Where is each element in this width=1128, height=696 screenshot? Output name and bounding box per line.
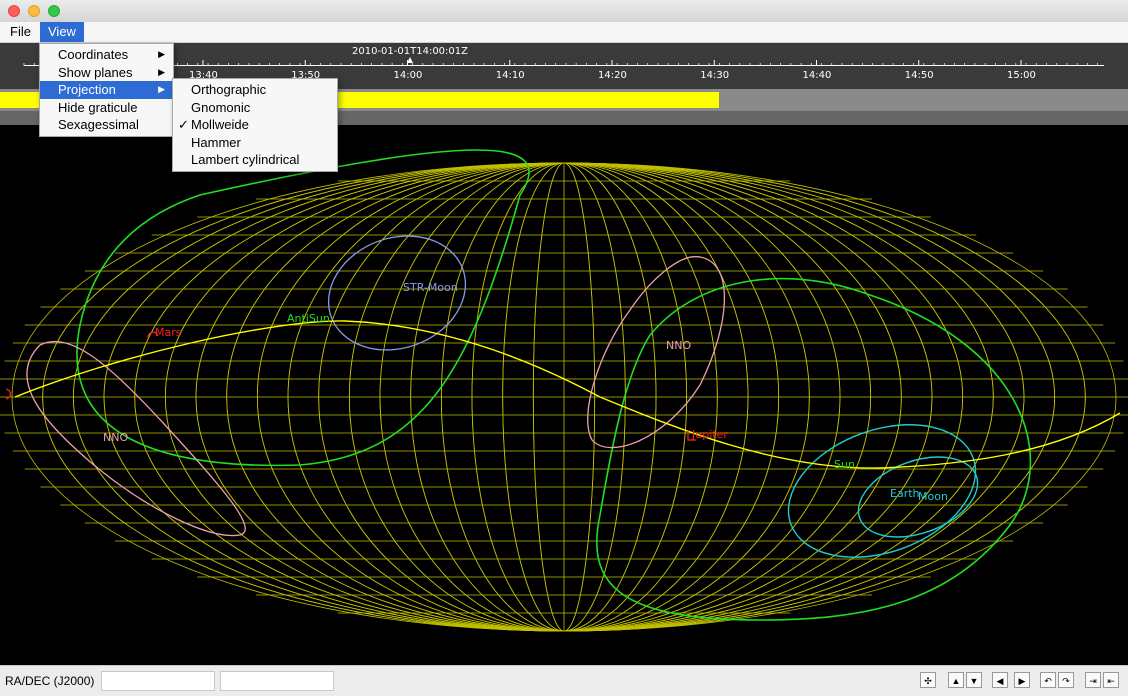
- menu-item-label: Orthographic: [191, 82, 267, 97]
- graticule: [0, 162, 1128, 632]
- projection-item-orthographic[interactable]: Orthographic: [173, 81, 337, 99]
- tick-label: 14:40: [802, 70, 832, 81]
- pink-plane-left: [26, 340, 246, 537]
- label-jupiter: Jupiter: [691, 428, 728, 441]
- menu-item-label: Gnomonic: [191, 99, 251, 115]
- menu-bar: File View: [0, 22, 1128, 43]
- tick-label: 15:00: [1007, 70, 1036, 81]
- mollweide-projection[interactable]: STR-Moon AntiSun Mars NNO NNO Jupiter Su…: [0, 125, 1128, 665]
- menu-item-label: Lambert cylindrical: [191, 152, 300, 167]
- rotate-left-icon[interactable]: ↶: [1040, 672, 1056, 688]
- projection-item-mollweide[interactable]: ✓ Mollweide: [173, 116, 337, 134]
- coord-field-1[interactable]: [101, 671, 215, 691]
- submenu-arrow-icon: ▶: [158, 84, 165, 94]
- view-menu-dropdown: Coordinates ▶ Show planes ▶ Projection ▶ Hide …: [39, 43, 174, 137]
- sky-map[interactable]: STR-Moon AntiSun Mars NNO NNO Jupiter Su…: [0, 125, 1128, 665]
- zoom-out-icon[interactable]: ⇤: [1103, 672, 1119, 688]
- menu-item-label: Mollweide: [191, 117, 249, 132]
- label-nno-right: NNO: [666, 339, 691, 352]
- menu-item-label: Show planes: [58, 64, 133, 80]
- menu-item-label: Hammer: [191, 134, 241, 150]
- tick-label: 14:30: [700, 70, 730, 81]
- coord-system-label: RA/DEC (J2000): [5, 674, 95, 688]
- status-bar: RA/DEC (J2000) ✣ ▲ ▼ ◀ ▶ ↶ ↷ ⇥ ⇤: [0, 665, 1128, 696]
- green-plane-left: [76, 149, 530, 467]
- label-earth: Earth: [890, 487, 920, 500]
- projection-item-gnomonic[interactable]: Gnomonic: [173, 99, 337, 117]
- label-sun: Sun: [834, 458, 855, 471]
- coord-field-2[interactable]: [220, 671, 334, 691]
- checkmark-icon: ✓: [178, 117, 189, 132]
- menu-item-label: Sexagessimal: [58, 117, 139, 132]
- tick-label: 14:50: [904, 70, 934, 81]
- projection-submenu: Orthographic Gnomonic ✓ Mollweide Hammer Lamb…: [172, 78, 338, 172]
- label-nno-left: NNO: [103, 431, 128, 444]
- label-antisun: AntiSun: [287, 312, 330, 325]
- menu-file[interactable]: File: [2, 22, 39, 42]
- projection-item-lambert-cylindrical[interactable]: Lambert cylindrical: [173, 151, 337, 169]
- submenu-arrow-icon: ▶: [158, 66, 165, 77]
- right-icon[interactable]: ▶: [1014, 672, 1030, 688]
- menu-view[interactable]: View: [40, 22, 84, 42]
- submenu-arrow-icon: ▶: [158, 49, 165, 59]
- menu-item-label: Coordinates: [58, 47, 129, 62]
- window-titlebar: [0, 0, 1128, 23]
- tick-label: 14:10: [495, 70, 525, 81]
- menu-item-label: Projection: [58, 82, 116, 97]
- projection-item-hammer[interactable]: Hammer: [173, 134, 337, 152]
- view-menu-item-show-planes[interactable]: Show planes ▶: [40, 64, 173, 82]
- down-icon[interactable]: ▼: [966, 672, 982, 688]
- view-menu-item-projection[interactable]: Projection ▶: [40, 81, 173, 99]
- tick-label: 14:20: [598, 70, 627, 81]
- view-menu-item-sexagessimal[interactable]: Sexagessimal: [40, 116, 173, 134]
- label-moon: Moon: [918, 490, 948, 503]
- close-window-button[interactable]: [8, 5, 20, 17]
- zoom-window-button[interactable]: [48, 5, 60, 17]
- label-mars: Mars: [155, 326, 182, 339]
- left-icon[interactable]: ◀: [992, 672, 1008, 688]
- zoom-in-icon[interactable]: ⇥: [1085, 672, 1101, 688]
- move-icon[interactable]: ✣: [920, 672, 936, 688]
- rotate-right-icon[interactable]: ↷: [1058, 672, 1074, 688]
- view-menu-item-coordinates[interactable]: Coordinates ▶: [40, 46, 173, 64]
- minimize-window-button[interactable]: [28, 5, 40, 17]
- tick-label: 14:00: [393, 70, 423, 81]
- earth-moon-plane-outer: [787, 424, 977, 558]
- menu-item-label: Hide graticule: [58, 99, 138, 115]
- mars-left-edge-icon: [5, 388, 12, 400]
- up-icon[interactable]: ▲: [948, 672, 964, 688]
- view-menu-item-hide-graticule[interactable]: Hide graticule: [40, 99, 173, 117]
- label-str-moon: STR-Moon: [403, 281, 458, 294]
